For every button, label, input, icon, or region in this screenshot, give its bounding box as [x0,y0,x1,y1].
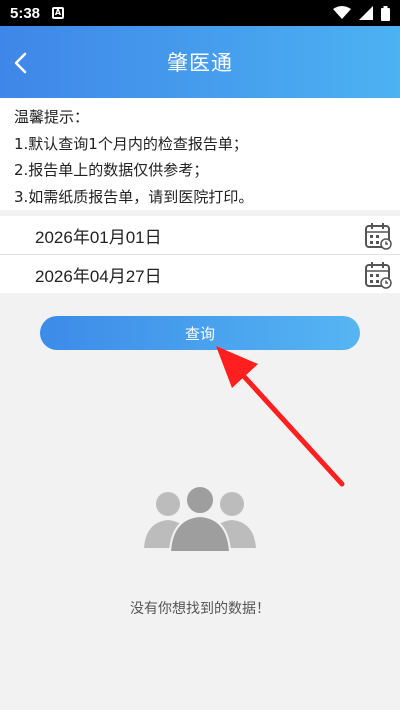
notice-item: 2.报告单上的数据仅供参考； [14,161,209,179]
notice-heading: 温馨提示： [14,108,90,126]
signal-icon [359,6,373,20]
battery-icon [381,5,390,21]
calendar-icon[interactable] [364,261,392,289]
status-bar: 5:38 A [0,0,400,26]
calendar-icon[interactable] [364,222,392,250]
back-button[interactable] [6,46,34,80]
end-date-field[interactable]: 2026年04月27日 [0,255,400,293]
notice-item: 3.如需纸质报告单，请到医院打印。 [14,187,254,206]
chevron-left-icon [14,52,27,74]
start-date-field[interactable]: 2026年01月01日 [0,216,400,254]
empty-state-message: 没有你想找到的数据！ [130,601,270,617]
users-group-icon [144,485,256,553]
notice-item: 1.默认查询1个月内的检查报告单； [14,134,248,153]
notice-panel: 温馨提示： 1.默认查询1个月内的检查报告单； 2.报告单上的数据仅供参考； 3… [0,98,400,210]
status-time: 5:38 [10,4,41,22]
wifi-icon [333,6,351,19]
page-title: 肇医通 [167,51,233,75]
status-icons [333,5,390,21]
notification-icon: A [52,7,65,19]
query-button[interactable]: 查询 [40,316,360,350]
app-header: 肇医通 [0,26,400,98]
end-date-value: 2026年04月27日 [35,266,162,286]
start-date-value: 2026年01月01日 [35,227,162,247]
